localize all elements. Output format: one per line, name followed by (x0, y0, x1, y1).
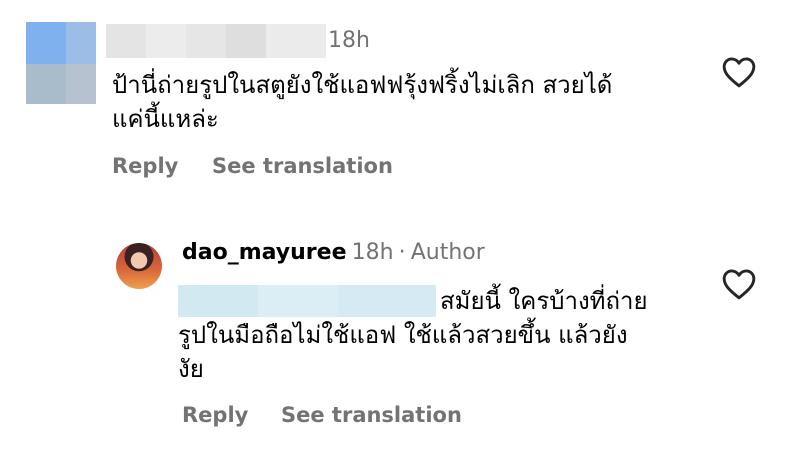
see-translation-button[interactable]: See translation (281, 403, 462, 427)
author-tag: Author (410, 240, 485, 265)
comment-text-line: สมัยนี้ ใครบ้างที่ถ่าย (440, 287, 648, 315)
heart-icon[interactable] (721, 56, 757, 88)
comment-timestamp: 18h (328, 28, 370, 53)
comment-timestamp: 18h (351, 240, 394, 265)
comment-text-line: แค่นี้แหล่ะ (112, 105, 219, 133)
comment-text-line: รูปในมือถือไม่ใช้แอฟ ใช้แล้วสวยขึ้น แล้ว… (178, 321, 628, 349)
avatar-blurred[interactable] (26, 22, 96, 104)
reply-button[interactable]: Reply (112, 154, 178, 178)
username-blurred[interactable] (106, 24, 326, 58)
mention-blurred[interactable] (178, 285, 436, 317)
comment-text-line: งัย (178, 355, 204, 383)
comment-text-line: ป้านี่ถ่ายรูปในสตูยังใช้แอฟฟรุ้งฟริ้งไม่… (112, 71, 613, 99)
avatar[interactable] (116, 243, 162, 289)
username[interactable]: dao_mayuree (182, 240, 347, 265)
comment-header: dao_mayuree 18h · Author (182, 240, 485, 265)
see-translation-button[interactable]: See translation (212, 154, 393, 178)
reply-button[interactable]: Reply (182, 403, 248, 427)
separator-dot: · (398, 240, 406, 265)
heart-icon[interactable] (721, 268, 757, 300)
